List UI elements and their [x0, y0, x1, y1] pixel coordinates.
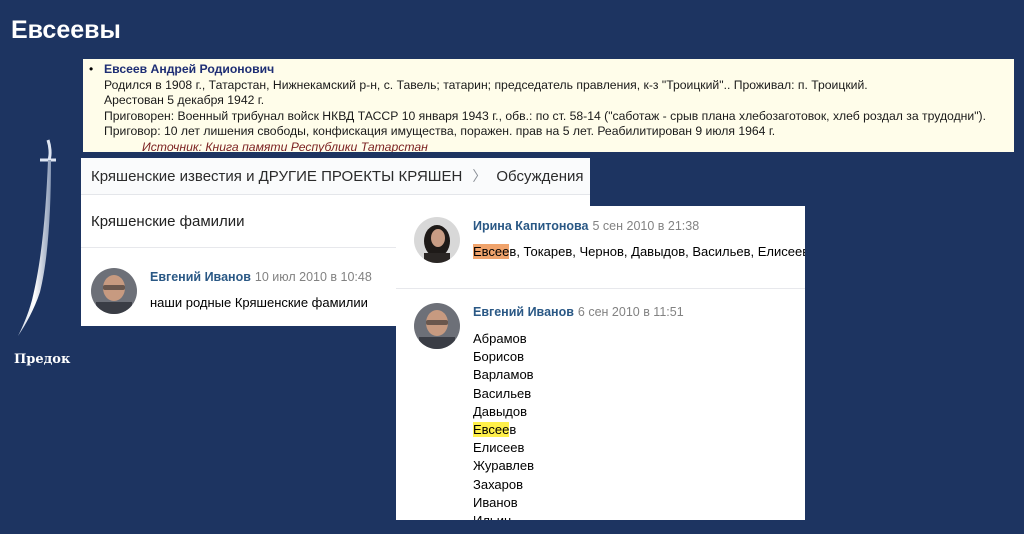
page-title: Евсеевы: [11, 16, 121, 44]
post-date[interactable]: 5 сен 2010 в 21:38: [593, 219, 700, 233]
post-author-link[interactable]: Евгений Иванов: [473, 305, 574, 319]
record-name: Евсеев Андрей Родионович: [104, 62, 275, 76]
post-date[interactable]: 10 июл 2010 в 10:48: [255, 270, 372, 284]
surname-list: Абрамов Борисов Варламов Васильев Давыдов Евс…: [473, 330, 793, 520]
bullet-icon: •: [89, 62, 94, 76]
breadcrumb-section-link[interactable]: Обсуждения: [496, 168, 583, 185]
record-source: Источник: Книга памяти Республики Татарс…: [142, 139, 428, 152]
list-item: Варламов: [473, 367, 534, 383]
list-item: Евсеев: [473, 421, 793, 439]
avatar-photo-icon: [414, 217, 460, 263]
memorial-record: • Евсеев Андрей Родионович Родился в 190…: [83, 59, 1014, 152]
list-item: Борисов: [473, 349, 525, 365]
record-line: Родился в 1908 г., Татарстан, Нижнекамск…: [104, 77, 868, 92]
post-text-rest: в, Токарев, Чернов, Давыдов, Васильев, Е…: [509, 244, 805, 259]
breadcrumb-group-link[interactable]: Кряшенские известия и ДРУГИЕ ПРОЕКТЫ КРЯ…: [91, 168, 462, 185]
forum-comments-panel: Ирина Капитонова 5 сен 2010 в 21:38 Евсее…: [396, 206, 805, 520]
list-item: Журавлев: [473, 458, 535, 474]
post-text: Евсеев, Токарев, Чернов, Давыдов, Василь…: [473, 244, 805, 259]
avatar[interactable]: [91, 268, 137, 314]
sword-icon: [18, 139, 56, 336]
list-item: Ильин: [473, 512, 793, 520]
breadcrumb: Кряшенские известия и ДРУГИЕ ПРОЕКТЫ КРЯ…: [81, 158, 590, 195]
avatar-photo-icon: [414, 303, 460, 349]
list-item-rest: в: [509, 421, 517, 437]
post-date[interactable]: 6 сен 2010 в 11:51: [578, 305, 684, 319]
search-highlight: Евсее: [473, 421, 510, 437]
record-line: Приговорен: Военный трибунал войск НКВД …: [104, 108, 986, 123]
list-item: Иванов: [473, 494, 518, 510]
chevron-right-icon: 〉: [472, 168, 487, 184]
list-item: Елисеев: [473, 440, 525, 456]
avatar-photo-icon: [91, 268, 137, 314]
list-item: Захаров: [473, 476, 524, 492]
avatar[interactable]: [414, 217, 460, 263]
divider: [396, 288, 805, 289]
record-line: Приговор: 10 лет лишения свободы, конфис…: [104, 124, 776, 139]
post-author-link[interactable]: Евгений Иванов: [150, 270, 251, 284]
list-item: Давыдов: [473, 403, 528, 419]
list-item: Васильев: [473, 385, 532, 401]
post-author-link[interactable]: Ирина Капитонова: [473, 219, 589, 233]
list-item: Абрамов: [473, 331, 527, 346]
search-highlight: Евсее: [473, 244, 510, 259]
topic-title: Кряшенские фамилии: [81, 195, 396, 248]
avatar[interactable]: [414, 303, 460, 349]
record-line: Арестован 5 декабря 1942 г.: [104, 93, 265, 108]
sword-label: Предок: [14, 352, 71, 367]
